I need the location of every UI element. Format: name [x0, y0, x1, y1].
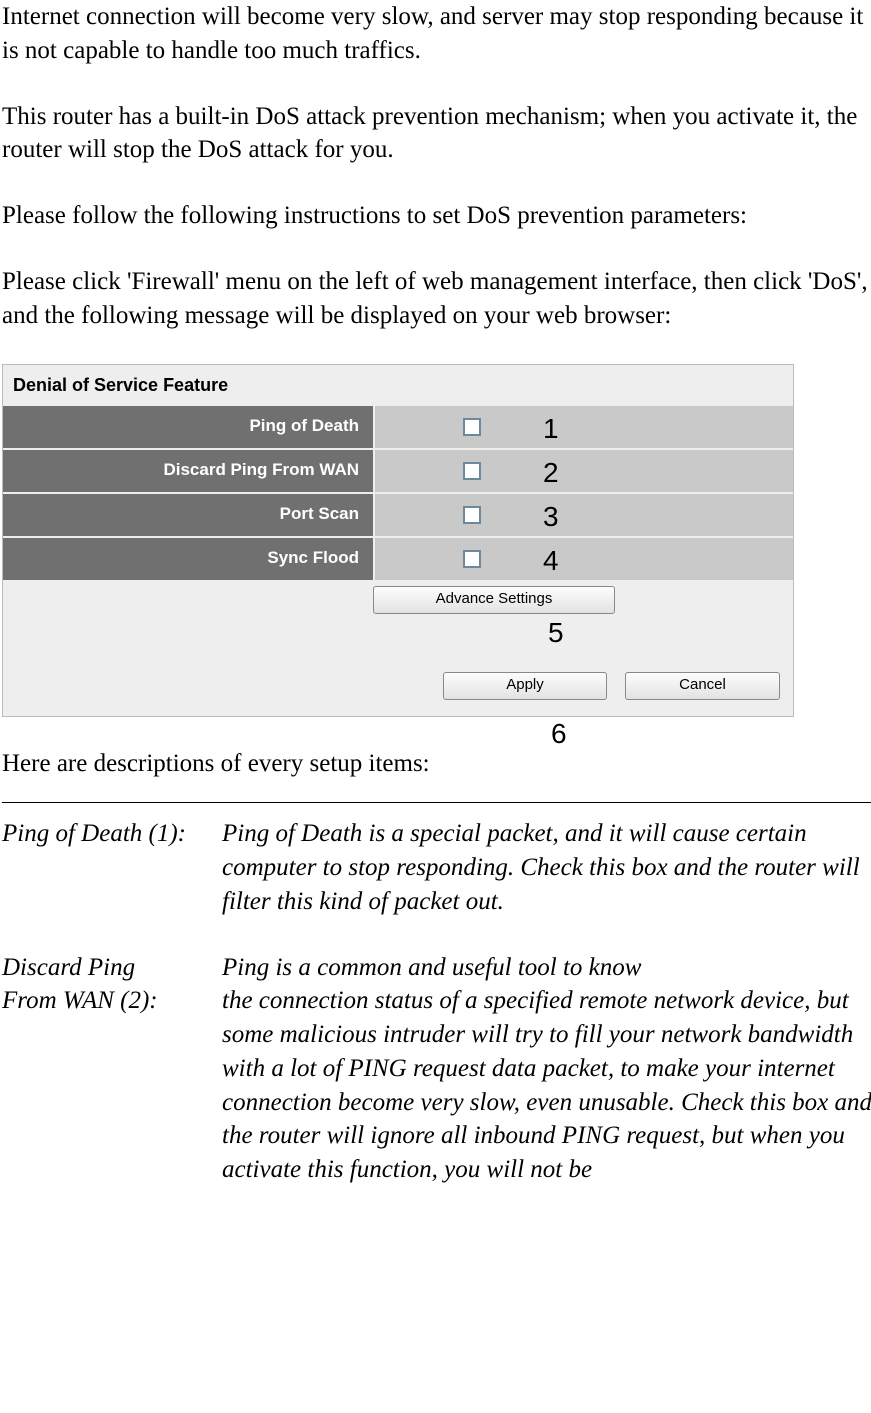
checkbox-discard-ping-wan[interactable]: [463, 462, 481, 480]
intro-paragraph-1: Internet connection will become very slo…: [2, 0, 871, 68]
row-discard-ping-wan: Discard Ping From WAN 2: [3, 450, 793, 492]
checkbox-sync-flood[interactable]: [463, 550, 481, 568]
value-cell: [375, 538, 793, 580]
apply-button[interactable]: Apply: [443, 672, 607, 700]
callout-2: 2: [543, 454, 559, 492]
desc-label-2-line2: From WAN (2):: [2, 987, 158, 1014]
intro-paragraph-3: Please follow the following instructions…: [2, 199, 871, 233]
advance-row: Advance Settings: [3, 586, 793, 614]
intro-paragraph-2: This router has a built-in DoS attack pr…: [2, 100, 871, 168]
item-descriptions: Ping of Death (1): Ping of Death is a sp…: [2, 802, 871, 1187]
row-port-scan: Port Scan 3: [3, 494, 793, 536]
apply-cancel-row: Apply Cancel: [3, 672, 793, 700]
checkbox-port-scan[interactable]: [463, 506, 481, 524]
callout-3: 3: [543, 498, 559, 536]
dos-feature-panel: Denial of Service Feature Ping of Death …: [2, 364, 794, 716]
desc-ping-of-death: Ping of Death (1): Ping of Death is a sp…: [2, 817, 871, 918]
label-sync-flood: Sync Flood: [3, 538, 373, 580]
value-cell: [375, 450, 793, 492]
label-discard-ping-wan: Discard Ping From WAN: [3, 450, 373, 492]
value-cell: [375, 494, 793, 536]
desc-label-2: Discard Ping From WAN (2):: [2, 951, 222, 1187]
desc-discard-ping: Discard Ping From WAN (2): Ping is a com…: [2, 951, 871, 1187]
desc-text-2-rest: the connection status of a specified rem…: [222, 987, 871, 1183]
intro-paragraph-4: Please click 'Firewall' menu on the left…: [2, 265, 871, 333]
desc-text-2-line1: Ping is a common and useful tool to know: [222, 954, 641, 981]
advance-settings-button[interactable]: Advance Settings: [373, 586, 615, 614]
checkbox-ping-of-death[interactable]: [463, 418, 481, 436]
callout-6: 6: [551, 715, 567, 753]
callout-5: 5: [548, 614, 564, 652]
cancel-button[interactable]: Cancel: [625, 672, 780, 700]
descriptions-intro: Here are descriptions of every setup ite…: [2, 747, 871, 781]
desc-label-2-line1: Discard Ping: [2, 954, 135, 981]
desc-text-1: Ping of Death is a special packet, and i…: [222, 817, 871, 918]
callout-1: 1: [543, 410, 559, 448]
row-ping-of-death: Ping of Death 1: [3, 406, 793, 448]
callout-4: 4: [543, 542, 559, 580]
label-ping-of-death: Ping of Death: [3, 406, 373, 448]
label-port-scan: Port Scan: [3, 494, 373, 536]
row-sync-flood: Sync Flood 4: [3, 538, 793, 580]
value-cell: [375, 406, 793, 448]
desc-text-2: Ping is a common and useful tool to know…: [222, 951, 871, 1187]
desc-label-1: Ping of Death (1):: [2, 817, 222, 918]
panel-title: Denial of Service Feature: [3, 365, 793, 405]
